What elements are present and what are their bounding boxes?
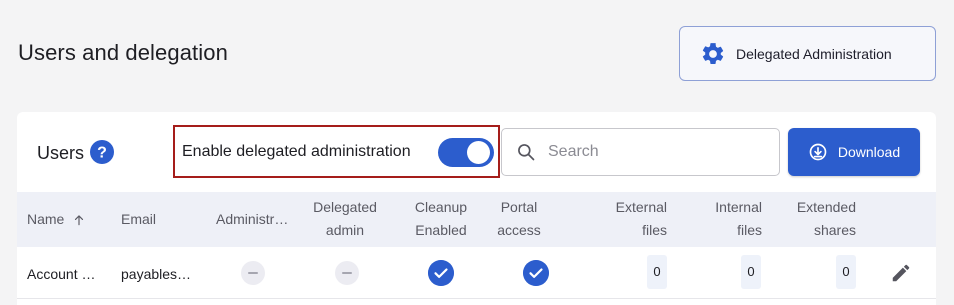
help-icon[interactable]: ? (90, 140, 114, 164)
column-header-internal-files-line1: Internal (715, 199, 762, 215)
search-input[interactable] (548, 143, 768, 161)
page-title: Users and delegation (18, 40, 228, 65)
column-header-administrator[interactable]: Administr… (216, 208, 288, 231)
delegated-administration-label: Delegated Administration (736, 45, 892, 62)
gear-icon (702, 42, 724, 64)
column-header-delegated-admin-line2: admin (325, 222, 365, 238)
column-header-extended-shares[interactable]: Extended shares (776, 196, 856, 242)
column-header-delegated-admin-line1: Delegated (313, 199, 377, 215)
download-label: Download (837, 144, 901, 160)
table-row[interactable]: Account … payables… 0 0 0 (17, 247, 936, 299)
column-header-external-files-line1: External (615, 199, 667, 215)
internal-files-count: 0 (741, 255, 761, 289)
edit-icon[interactable] (890, 262, 912, 284)
download-button[interactable]: Download (788, 128, 920, 176)
external-files-count: 0 (647, 255, 667, 289)
column-header-portal-access[interactable]: Portal access (491, 196, 547, 242)
column-header-name-label: Name (27, 211, 65, 227)
extended-shares-count: 0 (836, 255, 856, 289)
sort-ascending-icon (75, 214, 84, 225)
column-header-extended-shares-line1: Extended (796, 199, 856, 215)
column-header-internal-files-line2: files (737, 222, 762, 238)
enable-delegation-control: Enable delegated administration (173, 125, 500, 178)
users-title: Users (37, 143, 85, 163)
column-header-external-files-line2: files (642, 222, 667, 238)
column-header-name[interactable]: Name (27, 208, 86, 231)
administrator-disabled-indicator (241, 261, 265, 285)
column-header-delegated-admin[interactable]: Delegated admin (300, 196, 390, 242)
column-header-internal-files[interactable]: Internal files (692, 196, 762, 242)
column-header-email[interactable]: Email (121, 208, 156, 231)
column-header-cleanup-enabled-line1: Cleanup (414, 199, 468, 215)
search-icon (518, 144, 535, 161)
download-icon (809, 143, 827, 161)
column-header-cleanup-enabled-line2: Enabled (415, 222, 467, 238)
cell-email: payables… (121, 266, 192, 282)
enable-delegation-toggle[interactable] (438, 138, 494, 167)
search-box (501, 128, 780, 176)
table-header: Name Email Administr… Delegated admin Cl… (17, 192, 936, 247)
column-header-portal-access-line2: access (497, 222, 541, 238)
cell-name: Account … (27, 266, 96, 282)
delegated-administration-button[interactable]: Delegated Administration (679, 26, 936, 81)
delegated-admin-disabled-indicator (335, 261, 359, 285)
enable-delegation-label: Enable delegated administration (182, 142, 411, 160)
cleanup-enabled-check-icon (428, 260, 454, 286)
column-header-external-files[interactable]: External files (597, 196, 667, 242)
portal-access-check-icon (523, 260, 549, 286)
toggle-knob (467, 141, 490, 164)
column-header-cleanup-enabled[interactable]: Cleanup Enabled (396, 196, 486, 242)
svg-text:?: ? (97, 145, 107, 162)
column-header-extended-shares-line2: shares (813, 222, 856, 238)
users-card: Users ? Enable delegated administration … (17, 112, 936, 305)
column-header-portal-access-line1: Portal (500, 199, 538, 215)
